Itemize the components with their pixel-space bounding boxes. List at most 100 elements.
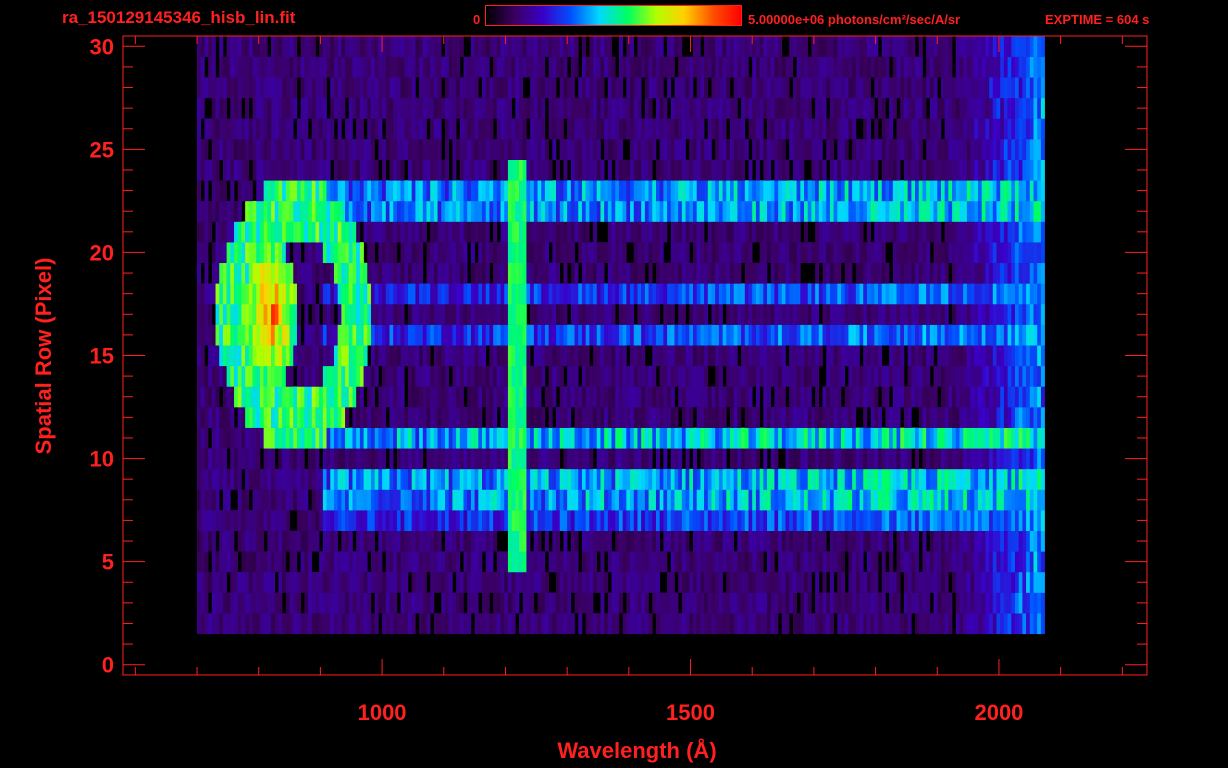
heatmap-cell bbox=[933, 324, 938, 346]
heatmap-cell bbox=[889, 571, 894, 593]
heatmap-cell bbox=[652, 242, 657, 264]
heatmap-cell bbox=[452, 613, 457, 635]
heatmap-cell bbox=[226, 221, 231, 243]
heatmap-cell bbox=[556, 613, 561, 635]
heatmap-cell bbox=[889, 365, 894, 387]
heatmap-cell bbox=[433, 407, 438, 428]
heatmap-cell bbox=[430, 283, 435, 305]
heatmap-cell bbox=[718, 283, 723, 305]
heatmap-cell bbox=[585, 180, 590, 202]
heatmap-cell bbox=[493, 221, 498, 243]
heatmap-cell bbox=[389, 242, 394, 264]
heatmap-cell bbox=[855, 365, 860, 387]
heatmap-cell bbox=[378, 427, 383, 449]
heatmap-cell bbox=[833, 365, 838, 387]
heatmap-cell bbox=[315, 510, 320, 532]
heatmap-cell bbox=[985, 180, 990, 202]
heatmap-cell bbox=[289, 468, 294, 490]
heatmap-cell bbox=[789, 262, 794, 284]
heatmap-cell bbox=[308, 551, 313, 573]
heatmap-cell bbox=[959, 489, 964, 511]
heatmap-cell bbox=[918, 324, 923, 346]
heatmap-cell bbox=[296, 407, 301, 428]
heatmap-cell bbox=[715, 303, 720, 325]
heatmap-cell bbox=[404, 262, 409, 284]
heatmap-cell bbox=[208, 386, 213, 408]
heatmap-cell bbox=[296, 303, 301, 325]
heatmap-cell bbox=[581, 180, 586, 202]
heatmap-cell bbox=[345, 139, 350, 160]
heatmap-cell bbox=[774, 530, 779, 552]
heatmap-cell bbox=[796, 448, 801, 470]
heatmap-cell bbox=[900, 324, 905, 346]
heatmap-cell bbox=[541, 489, 546, 511]
heatmap-cell bbox=[785, 221, 790, 243]
heatmap-cell bbox=[881, 221, 886, 243]
heatmap-cell bbox=[900, 345, 905, 367]
heatmap-cell bbox=[903, 200, 908, 222]
heatmap-cell bbox=[940, 242, 945, 264]
heatmap-cell bbox=[833, 386, 838, 408]
heatmap-cell bbox=[533, 262, 538, 284]
heatmap-cell bbox=[940, 345, 945, 367]
heatmap-cell bbox=[537, 468, 542, 490]
heatmap-cell bbox=[593, 571, 598, 593]
heatmap-cell bbox=[800, 283, 805, 305]
heatmap-cell bbox=[437, 180, 442, 202]
heatmap-cell bbox=[256, 283, 261, 305]
heatmap-cell bbox=[926, 592, 931, 614]
heatmap-cell bbox=[593, 365, 598, 387]
heatmap-cell bbox=[863, 613, 868, 635]
heatmap-cell bbox=[489, 489, 494, 511]
heatmap-cell bbox=[219, 303, 224, 325]
heatmap-cell bbox=[570, 448, 575, 470]
heatmap-cell bbox=[855, 283, 860, 305]
heatmap-cell bbox=[926, 221, 931, 243]
heatmap-cell bbox=[478, 468, 483, 490]
heatmap-cell bbox=[866, 592, 871, 614]
heatmap-cell bbox=[426, 303, 431, 325]
heatmap-cell bbox=[611, 448, 616, 470]
heatmap-cell bbox=[959, 180, 964, 202]
heatmap-cell bbox=[326, 530, 331, 552]
heatmap-cell bbox=[315, 571, 320, 593]
heatmap-cell bbox=[278, 242, 283, 264]
heatmap-cell bbox=[985, 613, 990, 635]
heatmap-cell bbox=[781, 324, 786, 346]
heatmap-cell bbox=[848, 448, 853, 470]
heatmap-cell bbox=[437, 283, 442, 305]
heatmap-cell bbox=[578, 613, 583, 635]
heatmap-cell bbox=[859, 200, 864, 222]
heatmap-cell bbox=[955, 613, 960, 635]
heatmap-cell bbox=[278, 262, 283, 284]
heatmap-cell bbox=[222, 530, 227, 552]
heatmap-cell bbox=[304, 200, 309, 222]
heatmap-cell bbox=[663, 448, 668, 470]
heatmap-cell bbox=[900, 468, 905, 490]
heatmap-cell bbox=[841, 324, 846, 346]
heatmap-cell bbox=[341, 530, 346, 552]
heatmap-cell bbox=[433, 180, 438, 202]
heatmap-cell bbox=[959, 221, 964, 243]
heatmap-cell bbox=[548, 489, 553, 511]
heatmap-cell bbox=[866, 365, 871, 387]
heatmap-cell bbox=[237, 489, 242, 511]
heatmap-cell bbox=[500, 180, 505, 202]
heatmap-cell bbox=[326, 386, 331, 408]
heatmap-cell bbox=[378, 448, 383, 470]
heatmap-cell bbox=[271, 407, 276, 428]
heatmap-cell bbox=[407, 386, 412, 408]
heatmap-cell bbox=[330, 530, 335, 552]
heatmap-cell bbox=[1018, 283, 1023, 305]
heatmap-cell bbox=[855, 592, 860, 614]
heatmap-cell bbox=[593, 242, 598, 264]
heatmap-cell bbox=[448, 489, 453, 511]
heatmap-cell bbox=[792, 489, 797, 511]
heatmap-cell bbox=[644, 242, 649, 264]
heatmap-cell bbox=[955, 221, 960, 243]
heatmap-cell bbox=[556, 283, 561, 305]
heatmap-cell bbox=[992, 242, 997, 264]
heatmap-cell bbox=[433, 324, 438, 346]
heatmap-cell bbox=[618, 324, 623, 346]
heatmap-cell bbox=[737, 613, 742, 635]
